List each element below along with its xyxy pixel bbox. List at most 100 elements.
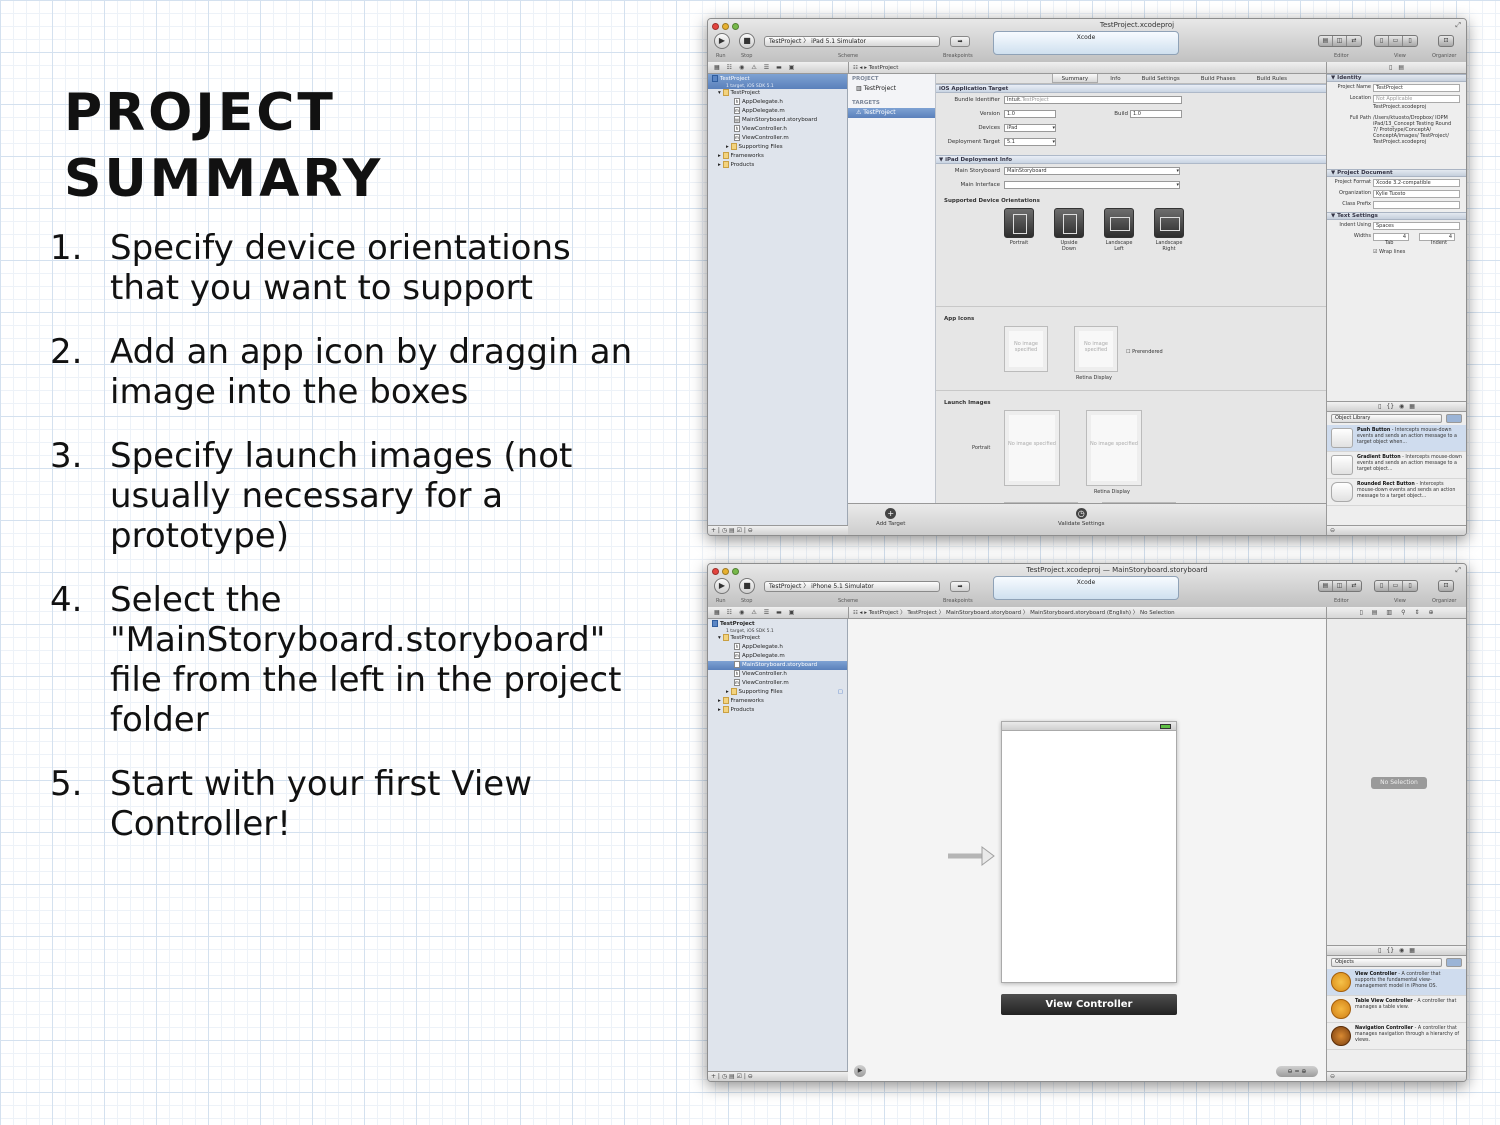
orientation-landscape-left-toggle[interactable]: Landscape Left bbox=[1104, 208, 1134, 252]
nav-item-selected[interactable]: ▤ MainStoryboard.storyboard bbox=[708, 661, 847, 670]
navigator-filter-bar[interactable]: + | ◷ ▤ ☑ | ⊖ bbox=[708, 525, 848, 535]
library-item[interactable]: Rounded Rect Button - Intercepts mouse-d… bbox=[1327, 479, 1466, 506]
media-library-icon[interactable]: ▦ bbox=[1409, 403, 1415, 410]
scene-dock-label[interactable]: View Controller bbox=[1001, 994, 1177, 1015]
nav-item[interactable]: ▸ Supporting Files ▢ bbox=[708, 688, 847, 697]
debug-navigator-icon[interactable]: ☰ bbox=[764, 64, 769, 71]
nav-item[interactable]: m ViewController.m bbox=[708, 679, 847, 688]
minimize-window-button[interactable] bbox=[722, 568, 729, 575]
project-navigator-icon[interactable]: ▦ bbox=[714, 64, 720, 71]
jump-bar-path[interactable]: TestProject bbox=[869, 65, 899, 71]
standard-editor-icon[interactable]: ▤ bbox=[1319, 581, 1333, 591]
search-navigator-icon[interactable]: ◉ bbox=[739, 609, 744, 616]
view-mode-toggle[interactable] bbox=[1446, 958, 1462, 967]
organizer-button[interactable]: ⊡ bbox=[1438, 35, 1454, 47]
view-segmented-control[interactable]: ▯ ▭ ▯ bbox=[1374, 580, 1418, 592]
version-editor-icon[interactable]: ⇄ bbox=[1347, 36, 1361, 46]
breakpoint-navigator-icon[interactable]: ▬ bbox=[776, 609, 782, 616]
nav-item[interactable]: ▤ MainStoryboard.storyboard bbox=[708, 116, 847, 125]
nav-item[interactable]: h ViewController.h bbox=[708, 125, 847, 134]
orientation-portrait-toggle[interactable]: Portrait bbox=[1004, 208, 1034, 252]
nav-item[interactable]: ▸ Supporting Files bbox=[708, 143, 847, 152]
tab-info[interactable]: Info bbox=[1101, 74, 1129, 83]
deployment-target-combo[interactable]: 5.1 ▾ bbox=[1004, 138, 1056, 146]
nav-item[interactable]: ▸ Products bbox=[708, 161, 847, 170]
project-name-field[interactable]: TestProject bbox=[1373, 84, 1460, 92]
navigator-filter-bar[interactable]: + | ◷ ▤ ☑ | ⊖ bbox=[708, 1071, 848, 1081]
code-snippet-icon[interactable]: {} bbox=[1386, 403, 1394, 410]
project-item[interactable]: ▥ TestProject bbox=[848, 84, 935, 94]
library-item[interactable]: View Controller - A controller that supp… bbox=[1327, 969, 1466, 996]
file-inspector-icon[interactable]: ▯ bbox=[1389, 64, 1392, 71]
text-settings-section-header[interactable]: ▼ Text Settings bbox=[1327, 212, 1466, 220]
stop-button[interactable]: ■ bbox=[739, 33, 755, 49]
initial-view-controller-arrow-icon[interactable] bbox=[948, 845, 996, 867]
log-navigator-icon[interactable]: ▣ bbox=[789, 609, 795, 616]
library-filter-popup[interactable]: Objects bbox=[1331, 958, 1442, 967]
location-popup[interactable]: Not Applicable bbox=[1373, 95, 1460, 103]
target-item[interactable]: ⚠ TestProject bbox=[848, 108, 935, 118]
object-library-icon[interactable]: ◉ bbox=[1399, 403, 1404, 410]
library-item[interactable]: Gradient Button - Intercepts mouse-down … bbox=[1327, 452, 1466, 479]
zoom-window-button[interactable] bbox=[732, 568, 739, 575]
debug-toggle-icon[interactable]: ▭ bbox=[1389, 581, 1403, 591]
nav-item[interactable]: ▾ TestProject bbox=[708, 634, 847, 643]
breakpoints-button[interactable]: ➡ bbox=[950, 36, 970, 47]
tab-build-settings[interactable]: Build Settings bbox=[1133, 74, 1189, 83]
nav-item[interactable]: h AppDelegate.h bbox=[708, 643, 847, 652]
main-interface-combo[interactable]: ▾ bbox=[1004, 181, 1180, 189]
project-document-section-header[interactable]: ▼ Project Document bbox=[1327, 169, 1466, 177]
fullscreen-icon[interactable]: ⤢ bbox=[1455, 566, 1461, 575]
nav-item[interactable]: m AppDelegate.m bbox=[708, 107, 847, 116]
organizer-button[interactable]: ⊡ bbox=[1438, 580, 1454, 592]
symbol-navigator-icon[interactable]: ☷ bbox=[727, 64, 732, 71]
library-search-bar[interactable]: ⊖ bbox=[1327, 1071, 1466, 1081]
library-item[interactable]: Table View Controller - A controller tha… bbox=[1327, 996, 1466, 1023]
media-library-icon[interactable]: ▦ bbox=[1409, 947, 1415, 954]
attributes-inspector-icon[interactable]: ⚲ bbox=[1401, 609, 1405, 616]
version-field[interactable]: 1.0 bbox=[1004, 110, 1056, 118]
project-root-row[interactable]: TestProject 1 target, iOS SDK 5.1 bbox=[708, 74, 847, 89]
nav-item[interactable]: m ViewController.m bbox=[708, 134, 847, 143]
app-icon-retina-well[interactable]: No image specified bbox=[1074, 326, 1118, 372]
nav-item[interactable]: h AppDelegate.h bbox=[708, 98, 847, 107]
tab-build-phases[interactable]: Build Phases bbox=[1192, 74, 1245, 83]
main-storyboard-combo[interactable]: MainStoryboard ▾ bbox=[1004, 167, 1180, 175]
tab-summary[interactable]: Summary bbox=[1051, 74, 1099, 83]
issue-navigator-icon[interactable]: ⚠ bbox=[751, 64, 756, 71]
orientation-landscape-right-toggle[interactable]: Landscape Right bbox=[1154, 208, 1184, 252]
object-library-icon[interactable]: ◉ bbox=[1399, 947, 1404, 954]
project-navigator-icon[interactable]: ▦ bbox=[714, 609, 720, 616]
search-navigator-icon[interactable]: ◉ bbox=[739, 64, 744, 71]
symbol-navigator-icon[interactable]: ☷ bbox=[727, 609, 732, 616]
jump-bar[interactable]: ☷ ◂ ▸ TestProject bbox=[848, 62, 1326, 74]
navigator-toggle-icon[interactable]: ▯ bbox=[1375, 36, 1389, 46]
log-navigator-icon[interactable]: ▣ bbox=[789, 64, 795, 71]
version-editor-icon[interactable]: ⇄ bbox=[1347, 581, 1361, 591]
quick-help-icon[interactable]: ▤ bbox=[1372, 609, 1378, 616]
library-search-bar[interactable]: ⊖ bbox=[1327, 525, 1466, 535]
document-outline-toggle[interactable]: ▶ bbox=[854, 1065, 866, 1077]
nav-item[interactable]: ▸ Frameworks bbox=[708, 697, 847, 706]
nav-item[interactable]: ▸ Products bbox=[708, 706, 847, 715]
library-filter-popup[interactable]: Object Library bbox=[1331, 414, 1442, 423]
nav-item[interactable]: h ViewController.h bbox=[708, 670, 847, 679]
nav-item[interactable]: ▾ TestProject bbox=[708, 89, 847, 98]
ipad-deployment-section-header[interactable]: ▼ iPad Deployment Info bbox=[936, 155, 1326, 164]
file-template-icon[interactable]: ▯ bbox=[1378, 403, 1381, 410]
stop-button[interactable]: ■ bbox=[739, 578, 755, 594]
indent-using-popup[interactable]: Spaces bbox=[1373, 222, 1460, 230]
view-controller-scene[interactable] bbox=[1001, 721, 1177, 983]
fullscreen-icon[interactable]: ⤢ bbox=[1455, 21, 1461, 30]
jump-bar-path[interactable]: TestProject 〉 TestProject 〉 MainStoryboa… bbox=[869, 610, 1175, 616]
prerendered-checkbox[interactable]: ☐ Prerendered bbox=[1126, 349, 1163, 355]
ios-target-section-header[interactable]: iOS Application Target bbox=[936, 84, 1326, 93]
editor-segmented-control[interactable]: ▤ ◫ ⇄ bbox=[1318, 580, 1362, 592]
jump-bar[interactable]: ☷ ◂ ▸ TestProject 〉 TestProject 〉 MainSt… bbox=[848, 607, 1326, 619]
build-field[interactable]: 1.0 bbox=[1130, 110, 1182, 118]
orientation-upside-down-toggle[interactable]: Upside Down bbox=[1054, 208, 1084, 252]
run-button[interactable]: ▶ bbox=[714, 578, 730, 594]
app-icon-well[interactable]: No image specified bbox=[1004, 326, 1048, 372]
identity-inspector-icon[interactable]: ▥ bbox=[1386, 609, 1392, 616]
validate-settings-button[interactable]: ◷ Validate Settings bbox=[1058, 508, 1104, 527]
